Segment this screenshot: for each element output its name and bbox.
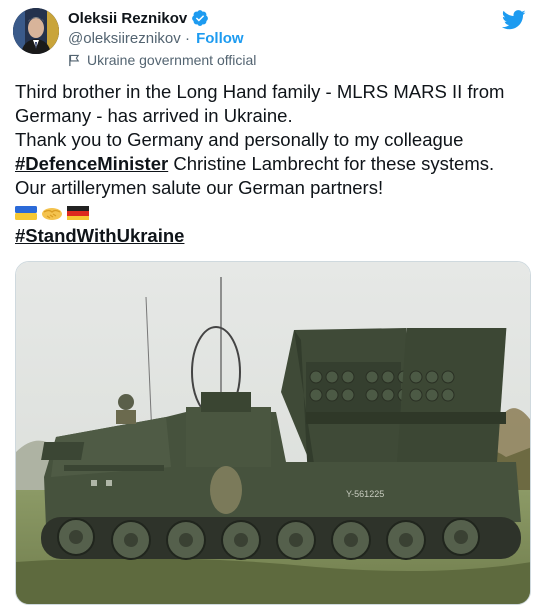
hashtag-standwithukraine[interactable]: #StandWithUkraine: [15, 225, 184, 246]
germany-flag-icon: [67, 206, 89, 220]
name-row: Oleksii Reznikov: [68, 8, 508, 28]
tweet-photo[interactable]: Y-561225: [15, 261, 531, 605]
avatar[interactable]: [13, 8, 59, 54]
flag-icon: [69, 54, 80, 66]
tweet-line-2-pre: Thank you to Germany and personally to m…: [15, 129, 464, 150]
ukraine-flag-icon: [15, 206, 37, 220]
tweet-text: Third brother in the Long Hand family - …: [15, 80, 530, 248]
author-handle[interactable]: @oleksiireznikov: [68, 30, 181, 47]
handshake-icon: [42, 208, 62, 220]
verified-badge-icon: [192, 10, 209, 26]
government-label-text: Ukraine government official: [87, 52, 257, 68]
tweet-line-1: Third brother in the Long Hand family - …: [15, 81, 505, 126]
hashtag-defenceminister[interactable]: #DefenceMinister: [15, 153, 168, 174]
tweet-hashtag-line: #StandWithUkraine: [15, 224, 530, 248]
twitter-bird-icon[interactable]: [502, 10, 526, 30]
tweet-card: Oleksii Reznikov @oleksiireznikov · Foll…: [0, 0, 538, 605]
separator: ·: [184, 30, 190, 47]
government-label[interactable]: Ukraine government official: [68, 51, 508, 69]
follow-button[interactable]: Follow: [196, 30, 244, 47]
handle-row: @oleksiireznikov · Follow: [68, 29, 508, 49]
mlrs-vehicle-image: Y-561225: [16, 262, 530, 604]
avatar-image: [13, 8, 59, 54]
tweet-header: Oleksii Reznikov @oleksiireznikov · Foll…: [68, 8, 508, 69]
vehicle-marking: Y-561225: [346, 489, 384, 499]
author-name[interactable]: Oleksii Reznikov: [68, 10, 187, 27]
tweet-line-3: Our artillerymen salute our German partn…: [15, 177, 384, 198]
tweet-line-2: Thank you to Germany and personally to m…: [15, 128, 530, 176]
emoji-row: [15, 202, 530, 224]
tweet-line-2-post: Christine Lambrecht for these systems.: [168, 153, 495, 174]
